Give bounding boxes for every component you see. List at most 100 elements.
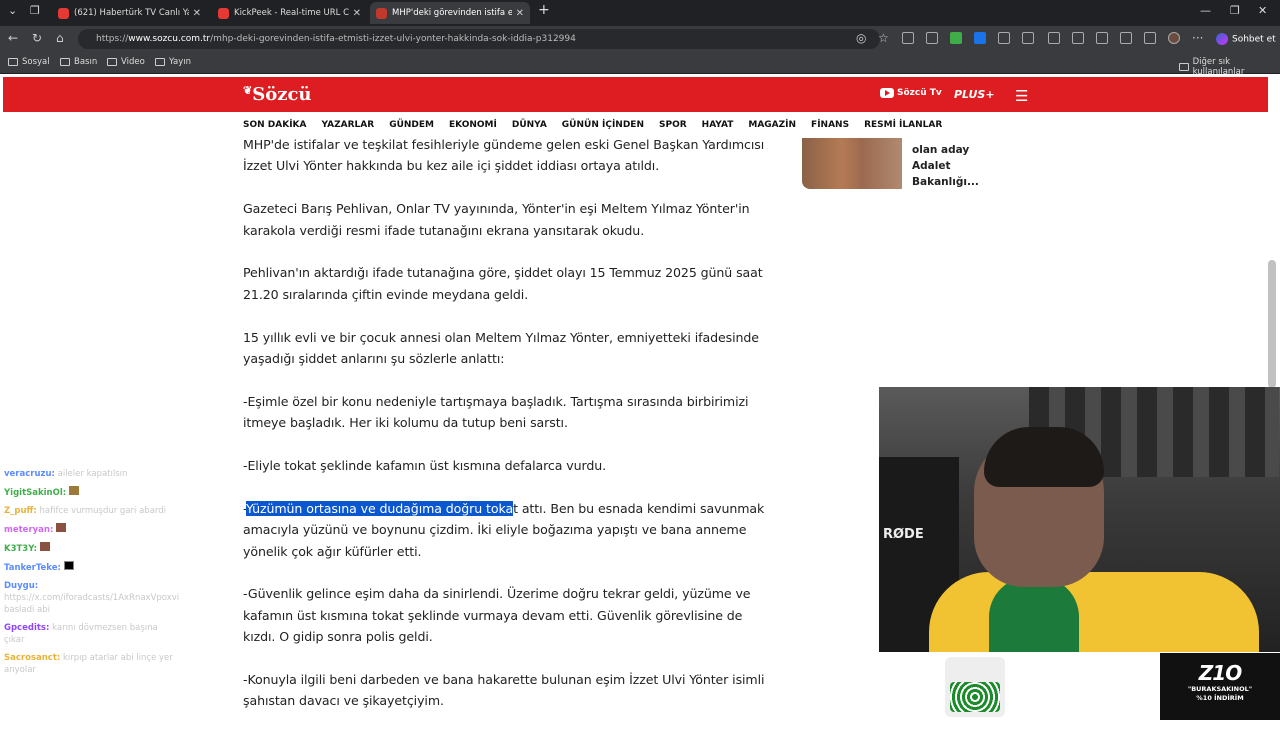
minimize-icon[interactable]: — bbox=[1200, 4, 1211, 17]
read-aloud-icon[interactable]: ◎ bbox=[856, 31, 866, 45]
new-tab-icon[interactable]: + bbox=[538, 2, 550, 18]
article-paragraph-selected: -Yüzümün ortasına ve dudağıma doğru toka… bbox=[243, 500, 765, 559]
promo-code: "BURAKSAKINOL" bbox=[1187, 685, 1253, 693]
maximize-icon[interactable]: ❐ bbox=[1230, 4, 1240, 17]
tab-kickpeek[interactable]: KickPeek - Real-time URL Crawler ✕ bbox=[212, 2, 367, 24]
extension-icon[interactable] bbox=[926, 32, 938, 44]
menu-item-magazin[interactable]: MAGAZİN bbox=[748, 120, 796, 134]
folder-icon bbox=[8, 58, 18, 66]
menu-item-dunya[interactable]: DÜNYA bbox=[512, 120, 547, 134]
rose-icon: ❦ bbox=[243, 84, 253, 97]
home-icon[interactable]: ⌂ bbox=[56, 31, 64, 45]
menu-item-gundem[interactable]: GÜNDEM bbox=[389, 120, 434, 134]
sozcu-tv-link[interactable]: Sözcü Tv bbox=[880, 88, 942, 98]
promo-discount: %10 İNDİRİM bbox=[1196, 694, 1244, 702]
chat-message: meteryan: bbox=[4, 523, 174, 536]
extension-icon[interactable] bbox=[998, 32, 1010, 44]
streamer-shirt-collar bbox=[989, 577, 1079, 652]
menu-item-ekonomi[interactable]: EKONOMİ bbox=[449, 120, 497, 134]
chat-message: TankerTeke: bbox=[4, 561, 174, 574]
url-input[interactable]: https://www.sozcu.com.tr/mhp-deki-gorevi… bbox=[78, 29, 880, 49]
tab-search-icon[interactable]: ⌄ bbox=[8, 4, 17, 17]
chat-message: K3T3Y: bbox=[4, 542, 174, 555]
emote-icon bbox=[39, 542, 50, 551]
related-article-thumbnail bbox=[802, 138, 902, 189]
chat-message: Duygu: https://x.com/iforadcasts/1AxRnax… bbox=[4, 581, 180, 615]
tab-sozcu[interactable]: MHP'deki görevinden istifa etmişt ✕ bbox=[370, 2, 530, 24]
menu-item-spor[interactable]: SPOR bbox=[659, 120, 687, 134]
article-paragraph: 15 yıllık evli ve bir çocuk annesi olan … bbox=[243, 329, 759, 367]
more-menu-icon[interactable]: ··· bbox=[1192, 31, 1203, 45]
extensions-icon[interactable] bbox=[1022, 32, 1034, 44]
bookmark-folder-video[interactable]: Video bbox=[107, 57, 145, 67]
translate-icon[interactable] bbox=[974, 32, 986, 44]
page-scrollbar[interactable] bbox=[1268, 260, 1276, 388]
emote-icon bbox=[56, 523, 67, 532]
plus-link[interactable]: PLUS+ bbox=[954, 88, 995, 101]
hamburger-menu-icon[interactable]: ☰ bbox=[1015, 87, 1028, 105]
bookmark-folder-basin[interactable]: Basın bbox=[60, 57, 97, 67]
menu-item-yazarlar[interactable]: YAZARLAR bbox=[322, 120, 375, 134]
sponsor-promo: Z1O "BURAKSAKINOL" %10 İNDİRİM bbox=[1160, 653, 1280, 720]
jar-contents bbox=[950, 682, 1000, 712]
menu-item-gunun-icinden[interactable]: GÜNÜN İÇİNDEN bbox=[562, 120, 644, 134]
menu-item-resmi-ilanlar[interactable]: RESMİ İLANLAR bbox=[864, 120, 942, 134]
folder-icon bbox=[60, 58, 70, 66]
article-paragraph: MHP'de istifalar ve teşkilat fesihleriyl… bbox=[243, 137, 765, 174]
folder-icon bbox=[107, 58, 117, 66]
bookmark-folder-sosyal[interactable]: Sosyal bbox=[8, 57, 50, 67]
extension-icon[interactable] bbox=[902, 32, 914, 44]
youtube-icon bbox=[880, 88, 894, 98]
sozcu-logo[interactable]: ❦Sözcü bbox=[243, 84, 312, 105]
avatar[interactable] bbox=[1168, 32, 1180, 44]
close-icon[interactable]: ✕ bbox=[516, 8, 524, 19]
stream-chat-overlay: veracruzu: aileler kapatılsın YigitSakin… bbox=[4, 468, 180, 682]
article-paragraph: Gazeteci Barış Pehlivan, Onlar TV yayını… bbox=[243, 201, 750, 238]
mic-brand-label: RØDE bbox=[883, 527, 924, 542]
split-screen-icon[interactable] bbox=[1048, 32, 1060, 44]
close-window-icon[interactable]: ✕ bbox=[1258, 4, 1267, 17]
tab-title: MHP'deki görevinden istifa etmişt bbox=[392, 8, 512, 18]
related-article-card[interactable]: olan aday Adalet Bakanlığı... bbox=[802, 138, 1002, 190]
chat-message: Gpcedits: karını dövmezsen başına çıkar bbox=[4, 623, 158, 645]
copilot-icon bbox=[1216, 33, 1228, 45]
text-selection: Yüzümün ortasına ve dudağıma doğru toka bbox=[245, 500, 514, 516]
bookmark-folder-other[interactable]: Diğer sık kullanılanlar bbox=[1179, 57, 1280, 77]
url-path: /mhp-deki-gorevinden-istifa-etmisti-izze… bbox=[210, 34, 576, 44]
tab-bar: ⌄ ❐ (621) Habertürk TV Canlı Yayın ✕ Kic… bbox=[0, 0, 1280, 26]
extension-icon[interactable] bbox=[950, 32, 962, 44]
article-body: MHP'de istifalar ve teşkilat fesihleriyl… bbox=[243, 134, 773, 733]
chat-message: Z_puff: hafifce vurmuşdur gari abardi bbox=[4, 506, 167, 516]
menu-item-son-dakika[interactable]: SON DAKİKA bbox=[243, 120, 307, 134]
kickpeek-icon bbox=[218, 7, 229, 19]
back-icon[interactable]: ← bbox=[8, 31, 18, 45]
tab-haberturk[interactable]: (621) Habertürk TV Canlı Yayın ✕ bbox=[52, 2, 207, 24]
copilot-chat-button[interactable]: Sohbet et bbox=[1216, 33, 1276, 45]
menu-item-hayat[interactable]: HAYAT bbox=[702, 120, 734, 134]
article-paragraph: -Güvenlik gelince eşim daha da sinirlend… bbox=[243, 586, 751, 645]
performance-icon[interactable] bbox=[1072, 32, 1084, 44]
article-paragraph: -Konuyla ilgili beni darbeden ve bana ha… bbox=[243, 672, 765, 709]
sozcu-favicon-icon bbox=[376, 7, 387, 19]
chat-message: veracruzu: aileler kapatılsın bbox=[4, 469, 128, 479]
collections-icon[interactable] bbox=[1144, 32, 1156, 44]
address-bar-row: ← ↻ ⌂ https://www.sozcu.com.tr/mhp-deki-… bbox=[0, 26, 1280, 52]
favorite-star-icon[interactable]: ☆ bbox=[878, 31, 889, 45]
menu-item-finans[interactable]: FİNANS bbox=[811, 120, 849, 134]
browser-essentials-icon[interactable] bbox=[1120, 32, 1132, 44]
close-icon[interactable]: ✕ bbox=[353, 8, 361, 19]
category-menu: SON DAKİKA YAZARLAR GÜNDEM EKONOMİ DÜNYA… bbox=[243, 120, 957, 134]
youtube-icon bbox=[58, 7, 69, 19]
related-article-title: olan aday Adalet Bakanlığı... bbox=[912, 144, 979, 188]
product-jar-image bbox=[945, 657, 1005, 717]
streamer-hair bbox=[984, 427, 1104, 487]
workspaces-icon[interactable]: ❐ bbox=[30, 4, 40, 17]
bookmark-folder-yayin[interactable]: Yayın bbox=[155, 57, 191, 67]
chat-message: Sacrosanct: kırpıp atarlar abi linçe yer… bbox=[4, 653, 173, 675]
chat-message: YigitSakinOl: bbox=[4, 486, 174, 499]
tab-title: (621) Habertürk TV Canlı Yayın bbox=[74, 8, 189, 18]
streamer-shirt bbox=[929, 572, 1259, 652]
refresh-icon[interactable]: ↻ bbox=[32, 31, 42, 45]
favorites-icon[interactable] bbox=[1096, 32, 1108, 44]
close-icon[interactable]: ✕ bbox=[193, 8, 201, 19]
